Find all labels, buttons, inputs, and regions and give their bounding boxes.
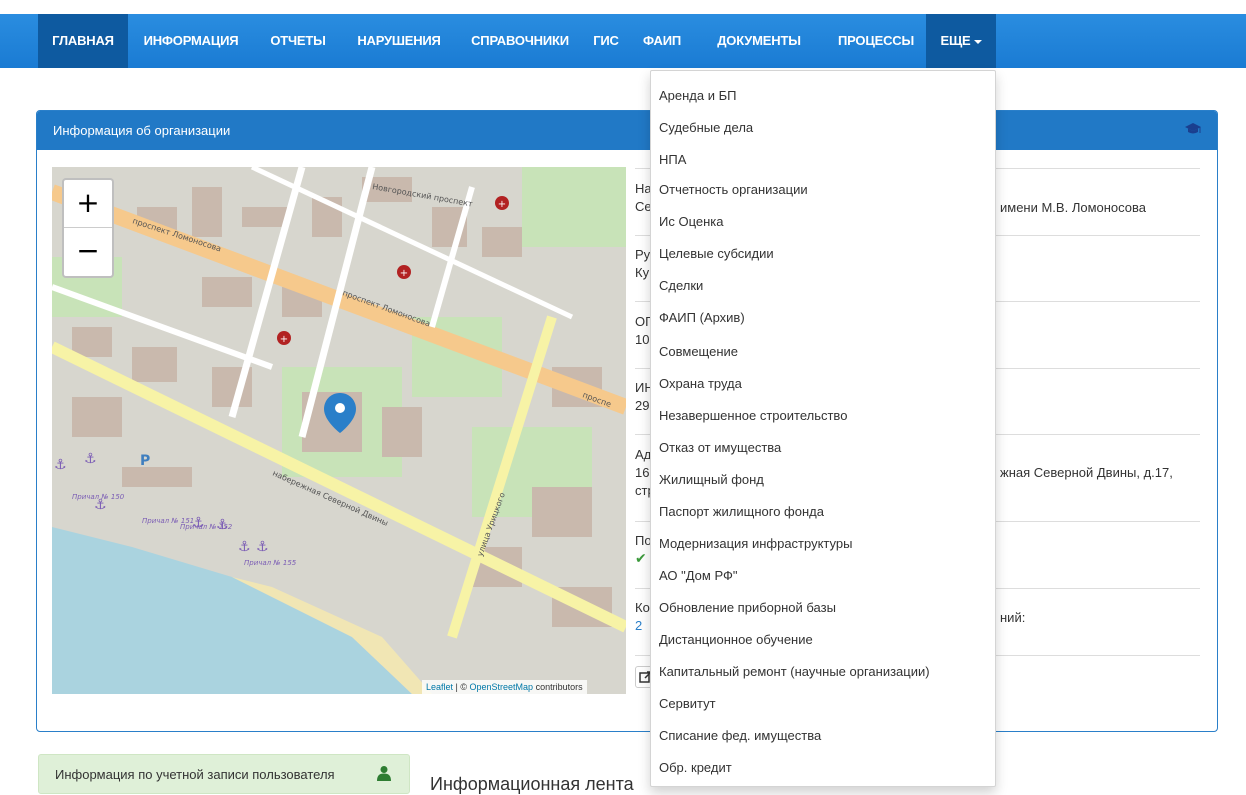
menu-item-combination[interactable]: Совмещение: [659, 341, 738, 363]
menu-item-housing-passport[interactable]: Паспорт жилищного фонда: [659, 501, 824, 523]
anchor-icon: ⚓: [54, 457, 67, 473]
menu-item-housing[interactable]: Жилищный фонд: [659, 469, 764, 491]
menu-item-distance-learning[interactable]: Дистанционное обучение: [659, 629, 813, 651]
map-attribution: Leaflet | © OpenStreetMap contributors: [422, 680, 587, 694]
info-head-line2: Ку: [635, 265, 650, 280]
organization-map[interactable]: + + + ⚓ ⚓ ⚓ ⚓ ⚓ ⚓ ⚓ проспект Ломоносова …: [52, 167, 626, 694]
nav-references[interactable]: СПРАВОЧНИКИ: [460, 14, 580, 68]
map-zoom-control: + −: [62, 178, 114, 278]
menu-item-capital-repair[interactable]: Капитальный ремонт (научные организации): [659, 661, 930, 683]
menu-item-dom-rf[interactable]: АО "Дом РФ": [659, 565, 737, 587]
map-tiles: + + + ⚓ ⚓ ⚓ ⚓ ⚓ ⚓ ⚓ проспект Ломоносова …: [52, 167, 626, 694]
menu-item-labor-safety[interactable]: Охрана труда: [659, 373, 742, 395]
menu-item-write-off[interactable]: Списание фед. имущества: [659, 725, 821, 747]
info-name-tail: имени М.В. Ломоносова: [1000, 200, 1147, 215]
info-count-link[interactable]: 2: [635, 617, 650, 635]
more-dropdown-menu: Аренда и БП Судебные дела НПА Отчетность…: [650, 70, 996, 787]
anchor-icon: ⚓: [84, 451, 97, 467]
info-address-tail: жная Северной Двины, д.17,: [1000, 465, 1173, 480]
nav-home[interactable]: ГЛАВНАЯ: [38, 14, 128, 68]
nav-faip[interactable]: ФАИП: [632, 14, 692, 68]
menu-item-deals[interactable]: Сделки: [659, 275, 703, 297]
info-count-line1: Ко: [635, 600, 650, 615]
menu-item-court-cases[interactable]: Судебные дела: [659, 117, 753, 139]
pier-label: Причал № 155: [244, 559, 297, 567]
menu-item-credit[interactable]: Обр. кредит: [659, 757, 732, 779]
zoom-out-button[interactable]: −: [64, 228, 112, 276]
menu-item-npa[interactable]: НПА: [659, 149, 686, 171]
menu-item-subsidies[interactable]: Целевые субсидии: [659, 243, 774, 265]
menu-item-equipment-update[interactable]: Обновление приборной базы: [659, 597, 836, 619]
leaflet-link[interactable]: Leaflet: [426, 682, 453, 692]
zoom-in-button[interactable]: +: [64, 180, 112, 228]
nav-more[interactable]: ЕЩЕ: [926, 14, 996, 68]
hospital-icon: +: [495, 196, 509, 210]
account-info-label: Информация по учетной записи пользовател…: [55, 767, 335, 782]
menu-item-unfinished-construction[interactable]: Незавершенное строительство: [659, 405, 847, 427]
menu-item-valuation[interactable]: Ис Оценка: [659, 211, 723, 233]
hospital-icon: +: [397, 265, 411, 279]
panel-title: Информация об организации: [53, 123, 231, 138]
account-info-box[interactable]: Информация по учетной записи пользовател…: [38, 754, 410, 794]
menu-item-property-refusal[interactable]: Отказ от имущества: [659, 437, 781, 459]
osm-link[interactable]: OpenStreetMap: [470, 682, 534, 692]
info-count-tail: ний:: [1000, 610, 1026, 625]
hospital-icon: +: [277, 331, 291, 345]
svg-text:+: +: [400, 268, 408, 279]
anchor-icon: ⚓: [238, 539, 251, 555]
checkmark-icon: ✔: [635, 550, 647, 566]
nav-processes[interactable]: ПРОЦЕССЫ: [826, 14, 926, 68]
graduation-cap-icon: [1185, 123, 1201, 134]
pier-label: Причал № 152: [180, 523, 233, 531]
main-navbar: ГЛАВНАЯ ИНФОРМАЦИЯ ОТЧЕТЫ НАРУШЕНИЯ СПРА…: [0, 14, 1246, 68]
pier-label: Причал № 150: [72, 493, 125, 501]
menu-item-faip-archive[interactable]: ФАИП (Архив): [659, 307, 745, 329]
anchor-icon: ⚓: [256, 539, 269, 555]
menu-item-arenda[interactable]: Аренда и БП: [659, 85, 737, 107]
user-icon: [377, 766, 391, 781]
parking-icon: P: [140, 453, 150, 469]
panel-header: Информация об организации: [37, 111, 1217, 150]
nav-more-label: ЕЩЕ: [940, 33, 971, 48]
attribution-tail: contributors: [533, 682, 583, 692]
nav-information[interactable]: ИНФОРМАЦИЯ: [132, 14, 250, 68]
nav-gis[interactable]: ГИС: [584, 14, 628, 68]
menu-item-infrastructure[interactable]: Модернизация инфраструктуры: [659, 533, 852, 555]
nav-reports[interactable]: ОТЧЕТЫ: [258, 14, 338, 68]
info-head-label: Ру Ку: [635, 246, 650, 282]
svg-text:+: +: [498, 199, 506, 210]
top-strip: [0, 0, 1246, 14]
info-head-line1: Ру: [635, 247, 651, 262]
nav-violations[interactable]: НАРУШЕНИЯ: [344, 14, 454, 68]
menu-item-org-reporting[interactable]: Отчетность организации: [659, 179, 808, 201]
nav-documents[interactable]: ДОКУМЕНТЫ: [704, 14, 814, 68]
chevron-down-icon: [973, 39, 982, 44]
svg-text:+: +: [280, 334, 288, 345]
attribution-sep: | ©: [453, 682, 470, 692]
menu-item-servitude[interactable]: Сервитут: [659, 693, 716, 715]
info-count-label: Ко 2: [635, 599, 650, 635]
